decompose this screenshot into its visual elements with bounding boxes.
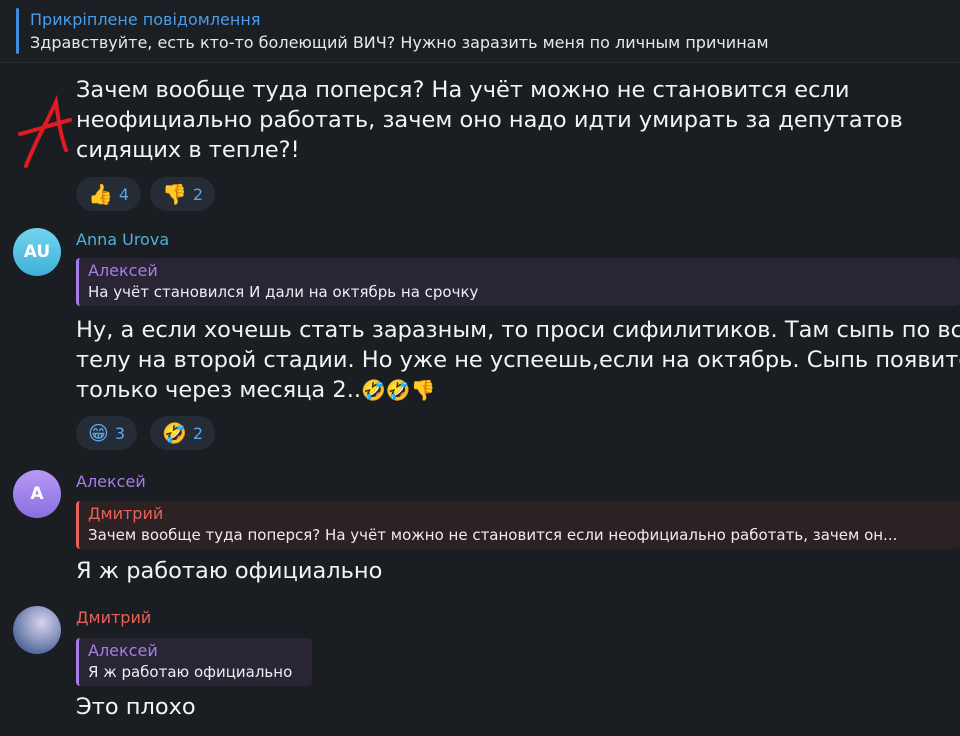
pinned-title: Прикріплене повідомлення: [30, 10, 261, 29]
message-text: Ну, а если хочешь стать заразным, то про…: [76, 317, 960, 343]
handwritten-annotation-icon: [18, 94, 72, 168]
reaction-grinning[interactable]: 😁 3: [76, 416, 138, 450]
reaction-thumbs-down[interactable]: 👎 2: [150, 177, 216, 211]
reaction-count: 3: [114, 423, 126, 443]
reaction-count: 4: [118, 184, 130, 204]
reply-quote[interactable]: Алексей На учёт становился И дали на окт…: [76, 258, 960, 306]
reply-quote[interactable]: Алексей Я ж работаю официально: [76, 638, 312, 686]
reply-author: Алексей: [88, 641, 158, 660]
message-text: только через месяца 2..🤣🤣👎: [76, 377, 436, 403]
message-text: Я ж работаю официально: [76, 558, 383, 584]
avatar-aleksey[interactable]: A: [13, 470, 61, 518]
pinned-accent-bar: [16, 8, 19, 54]
reaction-count: 2: [192, 184, 204, 204]
reaction-thumbs-up[interactable]: 👍 4: [76, 177, 142, 211]
sender-name[interactable]: Алексей: [76, 472, 146, 491]
thumbs-up-icon: 👍: [88, 182, 113, 206]
grinning-face-icon: 😁: [88, 421, 109, 445]
pinned-text: Здравствуйте, есть кто-то болеющий ВИЧ? …: [30, 33, 769, 52]
inline-emoji-icon: 🤣🤣👎: [361, 378, 436, 402]
message-text: Это плохо: [76, 694, 196, 720]
pinned-message-bar[interactable]: Прикріплене повідомлення Здравствуйте, е…: [0, 0, 960, 63]
reaction-rolling-laughing[interactable]: 🤣 2: [150, 416, 216, 450]
sender-name[interactable]: Anna Urova: [76, 230, 169, 249]
message-text: Зачем вообще туда поперся? На учёт можно…: [76, 77, 850, 103]
avatar-dmitriy[interactable]: [13, 606, 61, 654]
reaction-count: 2: [192, 423, 204, 443]
avatar-anna-urova[interactable]: AU: [13, 228, 61, 276]
reply-text: Я ж работаю официально: [88, 663, 293, 681]
sender-name[interactable]: Дмитрий: [76, 608, 151, 627]
message-text: телу на второй стадии. Но уже не успеешь…: [76, 347, 960, 373]
reply-quote[interactable]: Дмитрий Зачем вообще туда поперся? На уч…: [76, 501, 960, 549]
message-text: сидящих в тепле?!: [76, 137, 300, 163]
reply-text: На учёт становился И дали на октябрь на …: [88, 283, 479, 301]
reply-author: Алексей: [88, 261, 158, 280]
message-text: неофициально работать, зачем оно надо ид…: [76, 107, 903, 133]
reply-author: Дмитрий: [88, 504, 164, 523]
reply-text: Зачем вообще туда поперся? На учёт можно…: [88, 526, 898, 544]
thumbs-down-icon: 👎: [162, 182, 187, 206]
rolling-laughing-icon: 🤣: [162, 421, 187, 445]
